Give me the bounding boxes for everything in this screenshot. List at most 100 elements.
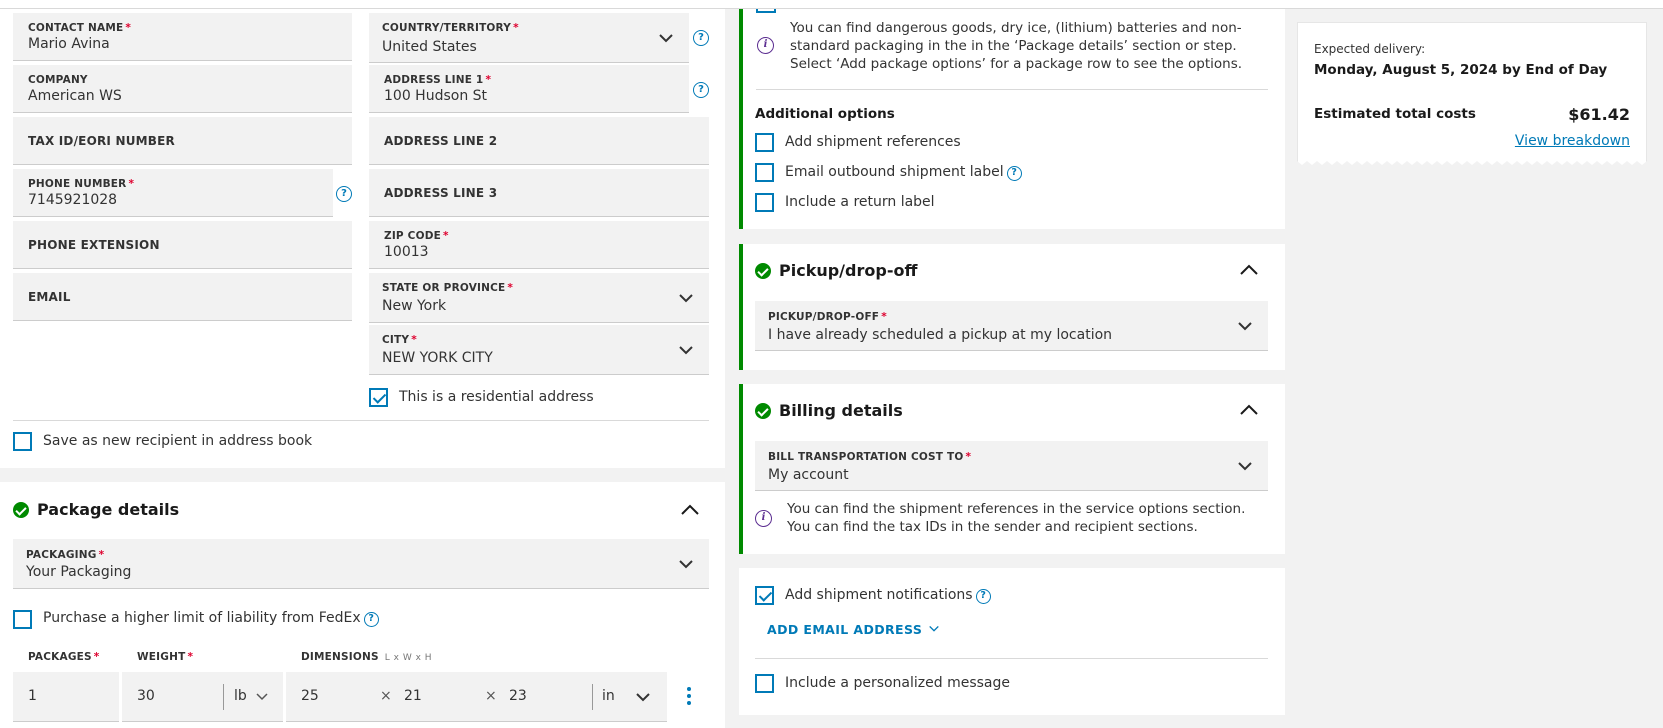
checkbox-fragment <box>756 9 776 13</box>
zip-code-label: ZIP CODE <box>384 230 441 242</box>
collapse-icon[interactable] <box>1239 403 1259 417</box>
email-field[interactable]: EMAIL <box>13 273 352 321</box>
dim-width-value: 21 <box>404 688 422 704</box>
package-details-title: Package details <box>37 500 180 519</box>
dim-length-value: 25 <box>301 688 319 704</box>
residential-address-checkbox[interactable] <box>369 388 388 407</box>
weight-input[interactable]: 30 lb <box>122 672 283 722</box>
bill-to-select[interactable]: BILL TRANSPORTATION COST TO * My account <box>755 441 1268 491</box>
divider <box>755 658 1268 659</box>
phone-number-value: 7145921028 <box>28 192 118 208</box>
weight-unit-value[interactable]: lb <box>234 688 247 704</box>
add-shipment-references-label: Add shipment references <box>785 134 961 150</box>
required-mark: * <box>507 282 514 294</box>
collapse-icon[interactable] <box>680 503 700 517</box>
complete-check-icon <box>755 403 771 419</box>
address-help-icon[interactable]: ? <box>693 82 709 98</box>
address-line-1-field[interactable]: ADDRESS LINE 1 * 100 Hudson St <box>369 65 689 113</box>
higher-liability-label: Purchase a higher limit of liability fro… <box>43 610 379 627</box>
state-select[interactable]: STATE OR PROVINCE * New York <box>369 273 709 323</box>
notifications-help-icon[interactable]: ? <box>975 589 991 604</box>
chevron-down-icon <box>679 559 693 568</box>
liability-help-icon[interactable]: ? <box>363 612 379 627</box>
receipt-edge <box>1297 161 1647 167</box>
chevron-down-icon <box>1238 461 1252 470</box>
country-label: COUNTRY/TERRITORY <box>382 22 512 34</box>
higher-liability-checkbox[interactable] <box>13 610 32 629</box>
email-label-help-icon[interactable]: ? <box>1006 166 1022 181</box>
country-value: United States <box>382 39 477 55</box>
return-label-checkbox[interactable] <box>755 193 774 212</box>
required-mark: * <box>98 549 105 561</box>
recipient-panel: CONTACT NAME * Mario Avina COMPANY Americ… <box>0 9 725 468</box>
city-value: NEW YORK CITY <box>382 350 493 366</box>
country-help-icon[interactable]: ? <box>693 30 709 46</box>
phone-extension-label: PHONE EXTENSION <box>28 237 160 252</box>
email-outbound-label-checkbox[interactable] <box>755 163 774 182</box>
dim-unit-divider <box>592 684 593 710</box>
pickup-select[interactable]: PICKUP/DROP-OFF * I have already schedule… <box>755 301 1268 351</box>
contact-name-label: CONTACT NAME <box>28 22 124 34</box>
pickup-panel: Pickup/drop-off PICKUP/DROP-OFF * I have … <box>739 244 1285 370</box>
service-options-panel: i You can find dangerous goods, dry ice,… <box>739 9 1285 229</box>
dim-unit-value[interactable]: in <box>602 688 615 704</box>
pickup-field-value: I have already scheduled a pickup at my … <box>768 327 1113 343</box>
state-value: New York <box>382 298 447 314</box>
billing-panel: Billing details BILL TRANSPORTATION COST… <box>739 384 1285 554</box>
address-line-3-label: ADDRESS LINE 3 <box>384 185 498 200</box>
tax-id-field[interactable]: TAX ID/EORI NUMBER <box>13 117 352 165</box>
weight-label: WEIGHT <box>137 651 186 663</box>
required-mark: * <box>128 178 135 190</box>
complete-check-icon <box>13 502 29 518</box>
tax-id-label: TAX ID/EORI NUMBER <box>28 133 175 148</box>
required-mark: * <box>965 451 972 463</box>
address-line-2-field[interactable]: ADDRESS LINE 2 <box>369 117 709 165</box>
phone-number-field[interactable]: PHONE NUMBER * 7145921028 <box>13 169 333 217</box>
times-separator: × <box>485 688 497 704</box>
top-bar <box>0 0 1663 9</box>
city-select[interactable]: CITY * NEW YORK CITY <box>369 325 709 375</box>
complete-indicator <box>739 244 743 370</box>
required-mark: * <box>485 74 492 86</box>
notifications-panel: Add shipment notifications? ADD EMAIL AD… <box>739 568 1285 715</box>
info-icon: i <box>755 510 772 527</box>
required-mark: * <box>443 230 449 242</box>
complete-indicator <box>739 9 743 229</box>
more-options-icon[interactable] <box>687 687 691 708</box>
add-email-address-button[interactable]: ADD EMAIL ADDRESS <box>767 622 940 637</box>
pickup-field-label: PICKUP/DROP-OFF <box>768 311 880 323</box>
add-shipment-references-checkbox[interactable] <box>755 133 774 152</box>
save-recipient-checkbox[interactable] <box>13 432 32 451</box>
divider <box>13 420 709 421</box>
expected-delivery-value: Monday, August 5, 2024 by End of Day <box>1314 62 1608 78</box>
packaging-select[interactable]: PACKAGING * Your Packaging <box>13 539 709 589</box>
address-line-3-field[interactable]: ADDRESS LINE 3 <box>369 169 709 217</box>
view-breakdown-link[interactable]: View breakdown <box>1515 133 1630 149</box>
chevron-down-icon <box>679 293 693 302</box>
email-outbound-label-text: Email outbound shipment label <box>785 164 1004 180</box>
phone-help-icon[interactable]: ? <box>336 186 352 202</box>
zip-code-field[interactable]: ZIP CODE * 10013 <box>369 221 709 269</box>
country-select[interactable]: COUNTRY/TERRITORY * United States <box>369 13 689 63</box>
phone-extension-field[interactable]: PHONE EXTENSION <box>13 221 352 269</box>
shipment-notifications-checkbox[interactable] <box>755 586 774 605</box>
packages-label: PACKAGES <box>28 651 92 663</box>
additional-options-title: Additional options <box>755 106 895 122</box>
company-field[interactable]: COMPANY American WS <box>13 65 352 113</box>
package-details-panel: Package details PACKAGING * Your Packagin… <box>0 482 725 728</box>
higher-liability-text: Purchase a higher limit of liability fro… <box>43 610 361 626</box>
collapse-icon[interactable] <box>1239 263 1259 277</box>
dimensions-input[interactable]: 25 × 21 × 23 in <box>286 672 667 722</box>
required-mark: * <box>125 22 132 34</box>
personalized-message-checkbox[interactable] <box>755 674 774 693</box>
bill-to-value: My account <box>768 467 849 483</box>
zip-code-value: 10013 <box>384 244 429 260</box>
packages-value: 1 <box>28 688 37 704</box>
estimated-total-label: Estimated total costs <box>1314 106 1476 122</box>
contact-name-field[interactable]: CONTACT NAME * Mario Avina <box>13 13 352 61</box>
dangerous-goods-info: You can find dangerous goods, dry ice, (… <box>790 20 1243 72</box>
chevron-down-icon <box>636 693 650 702</box>
packages-input[interactable]: 1 <box>13 672 119 722</box>
packaging-value: Your Packaging <box>26 564 132 580</box>
save-recipient-label: Save as new recipient in address book <box>43 433 313 449</box>
